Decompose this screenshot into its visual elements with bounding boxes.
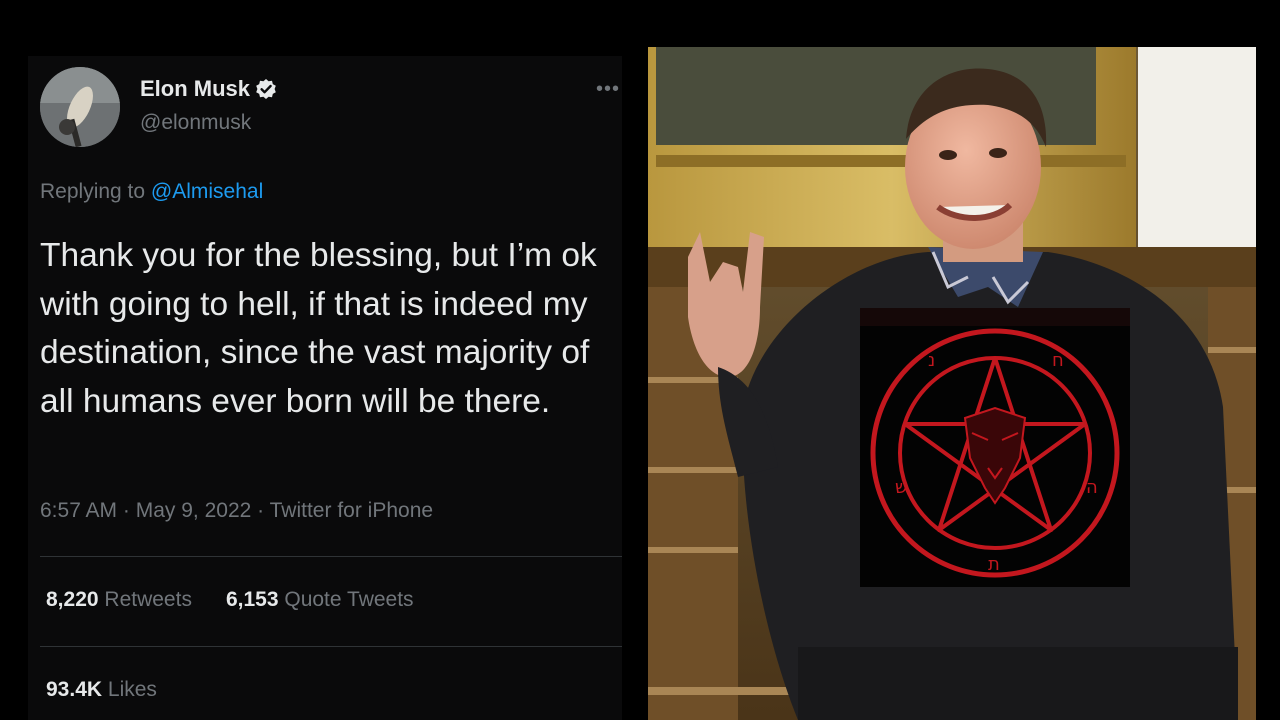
divider — [40, 556, 622, 557]
tweet-time[interactable]: 6:57 AM — [40, 499, 117, 522]
reply-context: Replying to @Almisehal — [40, 180, 263, 204]
retweets-count: 8,220 — [46, 588, 99, 611]
reply-mention-link[interactable]: @Almisehal — [151, 180, 263, 203]
photo-panel: נ ח ש ה ת — [648, 47, 1256, 720]
svg-text:ש: ש — [895, 477, 908, 498]
reply-prefix: Replying to — [40, 180, 146, 203]
likes-label: Likes — [107, 678, 157, 701]
photo-image: נ ח ש ה ת — [648, 47, 1256, 720]
quote-tweets-stat[interactable]: 6,153 Quote Tweets — [226, 588, 414, 612]
avatar-image — [40, 67, 120, 147]
meta-separator: · — [257, 499, 265, 522]
author-avatar[interactable] — [40, 67, 120, 147]
likes-stat[interactable]: 93.4K Likes — [46, 678, 157, 702]
tweet-card: Elon Musk @elonmusk ••• Replying to @Alm… — [28, 56, 622, 720]
verified-badge-icon — [255, 78, 277, 100]
more-options-icon[interactable]: ••• — [596, 78, 620, 101]
retweets-label: Retweets — [104, 588, 192, 611]
author-name-row: Elon Musk — [140, 76, 277, 102]
pentagram-icon: נ ח ש ה ת — [860, 308, 1130, 587]
svg-text:ה: ה — [1086, 477, 1098, 498]
retweets-stat[interactable]: 8,220 Retweets — [46, 588, 192, 612]
svg-text:ח: ח — [1052, 350, 1064, 371]
engagement-stats: 8,220 Retweets 6,153 Quote Tweets — [46, 588, 414, 612]
tweet-meta: 6:57 AM · May 9, 2022 · Twitter for iPho… — [40, 499, 433, 523]
quote-tweets-count: 6,153 — [225, 588, 279, 611]
quote-tweets-label: Quote Tweets — [284, 588, 414, 611]
tweet-text: Thank you for the blessing, but I’m ok w… — [40, 237, 597, 420]
author-name[interactable]: Elon Musk — [140, 76, 250, 102]
divider — [40, 646, 622, 647]
likes-count: 93.4K — [46, 678, 103, 701]
tweet-source[interactable]: Twitter for iPhone — [270, 499, 433, 522]
tweet-date[interactable]: May 9, 2022 — [136, 499, 252, 522]
meta-separator: · — [122, 499, 130, 522]
svg-text:ת: ת — [988, 554, 1000, 575]
svg-text:נ: נ — [928, 350, 935, 371]
author-handle[interactable]: @elonmusk — [140, 111, 251, 135]
